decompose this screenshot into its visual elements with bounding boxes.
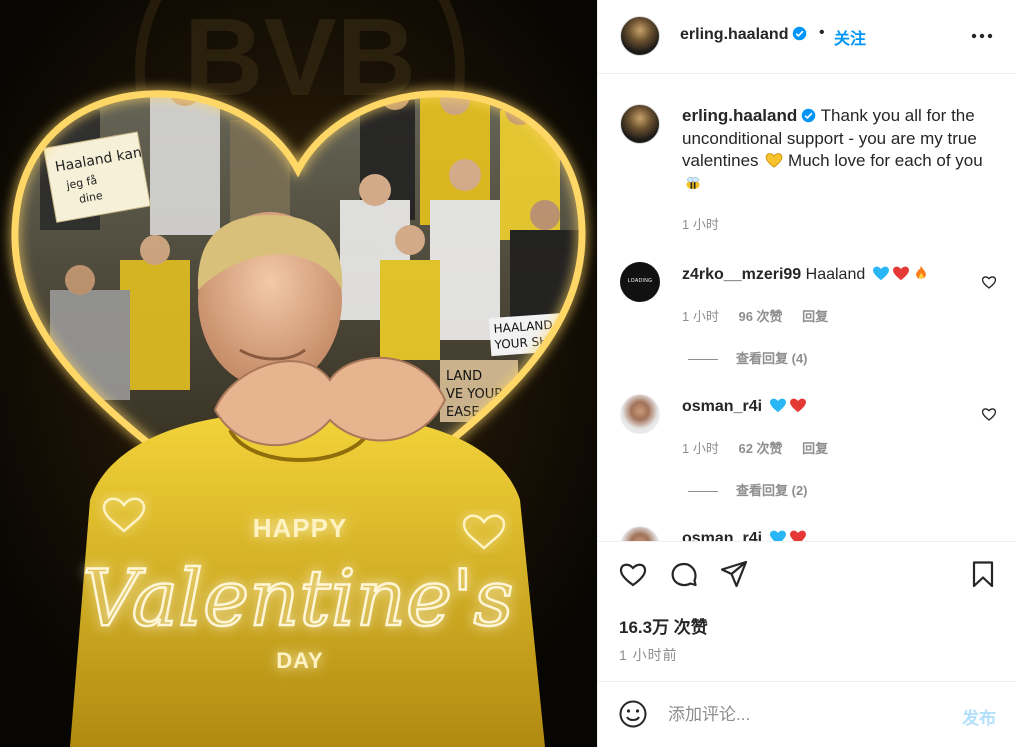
blue-heart-icon (769, 530, 786, 541)
red-heart-icon (892, 266, 909, 281)
like-heart-icon[interactable] (618, 559, 648, 589)
comment-composer: 发布 (598, 681, 1016, 747)
verified-badge-icon (793, 26, 807, 41)
comment-item: osman_r4i (598, 526, 1016, 541)
likes-count[interactable]: 16.3万 次赞 (619, 613, 708, 638)
reply-button[interactable]: 回复 (802, 441, 828, 456)
red-heart-icon (789, 530, 806, 541)
emoji-picker-icon[interactable] (618, 699, 648, 729)
post-detail-panel: erling.haaland • 关注 erling.haaland Thank… (597, 0, 1016, 747)
caption-text: erling.haaland Thank you all for the unc… (682, 105, 1000, 195)
comment-time: 1 小时 (682, 309, 719, 324)
comment-icon[interactable] (669, 559, 699, 589)
reply-button[interactable]: 回复 (802, 309, 828, 324)
post-header: erling.haaland • 关注 (598, 0, 1016, 74)
blue-heart-icon (769, 398, 786, 413)
comment-meta: 1 小时 96 次赞 回复 (682, 306, 844, 325)
red-heart-icon (789, 398, 806, 413)
comment-text: z4rko__mzeri99 Haaland (682, 265, 930, 284)
comments-list[interactable]: erling.haaland Thank you all for the unc… (598, 74, 1016, 541)
author-username[interactable]: erling.haaland (680, 26, 807, 44)
avatar-text: LOADING (627, 278, 653, 284)
comment-meta: 1 小时 62 次赞 回复 (682, 438, 844, 457)
more-options-icon[interactable] (970, 22, 994, 50)
valentines-artwork: BVB Haaland kan jeg få dine HAALAND YOUR… (0, 0, 597, 747)
like-comment-icon[interactable] (981, 274, 997, 290)
view-replies-label: 查看回复 (2) (736, 483, 808, 498)
post-comment-button[interactable]: 发布 (962, 704, 996, 729)
like-comment-icon[interactable] (981, 406, 997, 422)
svg-text:DAY: DAY (276, 648, 323, 673)
comment-body: Haaland (805, 266, 866, 283)
caption-body-continued: Much love for each of you (788, 151, 983, 170)
comment-likes[interactable]: 96 次赞 (738, 309, 782, 324)
comment-time: 1 小时 (682, 441, 719, 456)
share-icon[interactable] (719, 559, 749, 589)
fire-icon (915, 265, 926, 279)
post-actions: 16.3万 次赞 1 小时前 (598, 541, 1016, 681)
verified-badge-icon (802, 108, 816, 123)
replies-divider (688, 491, 718, 493)
commenter-username[interactable]: z4rko__mzeri99 (682, 266, 801, 283)
svg-text:HAPPY: HAPPY (253, 513, 348, 543)
comment-input[interactable] (668, 700, 938, 730)
commenter-avatar[interactable]: LOADING (620, 262, 660, 302)
caption-avatar[interactable] (620, 104, 660, 144)
view-replies-button[interactable]: 查看回复 (4) (688, 348, 808, 367)
separator-dot: • (819, 24, 825, 41)
bookmark-icon[interactable] (968, 559, 998, 589)
comment-item: LOADING z4rko__mzeri99 Haaland 1 小时 96 次… (598, 262, 1016, 392)
bee-icon (686, 176, 700, 189)
follow-button[interactable]: 关注 (834, 25, 866, 49)
post-image[interactable]: BVB Haaland kan jeg få dine HAALAND YOUR… (0, 0, 597, 747)
commenter-username[interactable]: osman_r4i (682, 398, 762, 415)
author-avatar[interactable] (620, 16, 660, 56)
commenter-username[interactable]: osman_r4i (682, 530, 762, 541)
comment-likes[interactable]: 62 次赞 (738, 441, 782, 456)
commenter-avatar[interactable] (620, 526, 660, 541)
commenter-avatar[interactable] (620, 394, 660, 434)
svg-text:Valentine's: Valentine's (82, 554, 513, 644)
caption-username[interactable]: erling.haaland (682, 106, 797, 125)
posted-time: 1 小时前 (619, 647, 678, 663)
comment-text: osman_r4i (682, 397, 807, 416)
replies-divider (688, 359, 718, 361)
view-replies-button[interactable]: 查看回复 (2) (688, 480, 808, 499)
yellow-heart-icon (765, 153, 783, 168)
svg-text:LAND: LAND (446, 369, 482, 384)
view-replies-label: 查看回复 (4) (736, 351, 808, 366)
comment-text: osman_r4i (682, 529, 807, 541)
blue-heart-icon (872, 266, 889, 281)
caption-time: 1 小时 (682, 217, 719, 232)
comment-item: osman_r4i 1 小时 62 次赞 回复 查看回复 (2) (598, 394, 1016, 524)
